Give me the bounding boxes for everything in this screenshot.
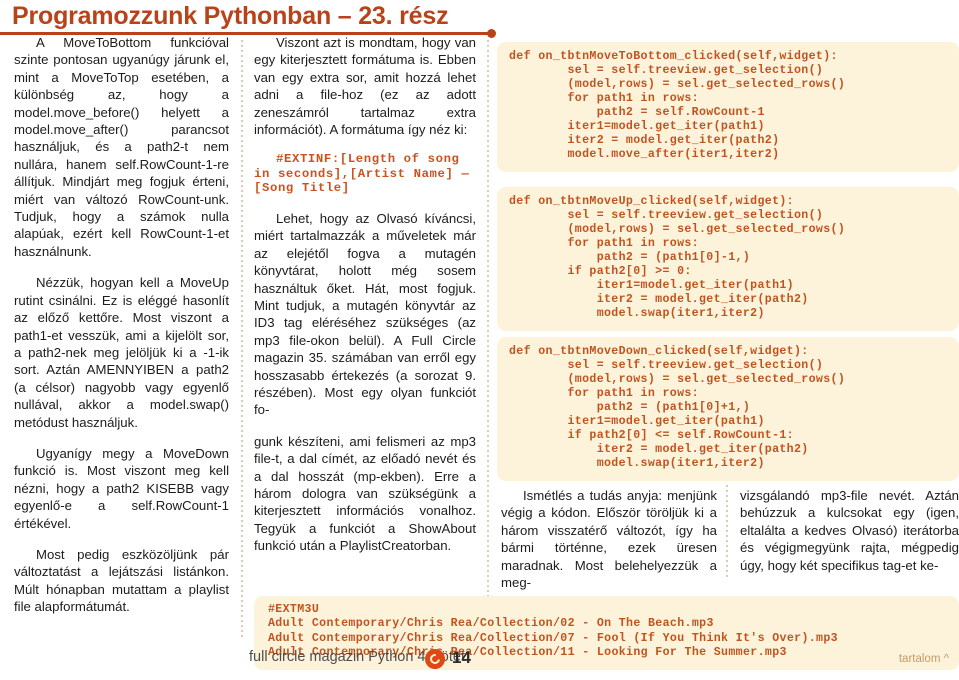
paragraph: Viszont azt is mondtam, hogy van egy kit… bbox=[254, 35, 476, 138]
body-column-left: A MoveToBottom funkcióval szinte pontosa… bbox=[14, 34, 229, 630]
body-column-bottom-right-right: vizsgálandó mp3-file nevét. Aztán behúzz… bbox=[740, 487, 959, 574]
paragraph: Ugyanígy megy a MoveDown funkció is. Mos… bbox=[14, 445, 229, 531]
page-title: Programozzunk Pythonban – 23. rész bbox=[12, 2, 449, 30]
page-footer: full circle magazin Python 4. kötet 14 t… bbox=[0, 648, 959, 680]
body-column-middle: Viszont azt is mondtam, hogy van egy kit… bbox=[254, 34, 476, 569]
column-divider-right bbox=[487, 40, 489, 640]
title-rule-end-dot-icon bbox=[487, 29, 496, 38]
body-column-bottom-right-left: Ismétlés a tudás anyja: menjünk végig a … bbox=[501, 487, 717, 591]
code-block-move-to-bottom: def on_tbtnMoveToBottom_clicked(self,wid… bbox=[497, 41, 959, 173]
column-divider-bottom-right bbox=[726, 485, 728, 577]
code-block-move-up: def on_tbtnMoveUp_clicked(self,widget): … bbox=[497, 186, 959, 332]
footer-page-number: 14 bbox=[452, 648, 471, 667]
extinf-format-snippet: #EXTINF:[Length of song in seconds],[Art… bbox=[254, 152, 470, 196]
column-divider-left bbox=[241, 40, 243, 640]
ubuntu-circle-logo-icon bbox=[425, 649, 445, 669]
footer-table-of-contents-link[interactable]: tartalom ^ bbox=[899, 653, 949, 665]
paragraph: Nézzük, hogyan kell a MoveUp rutint csin… bbox=[14, 275, 229, 430]
paragraph: Most pedig eszközöljünk pár változtatást… bbox=[14, 546, 229, 615]
paragraph: A MoveToBottom funkcióval szinte pontosa… bbox=[14, 35, 229, 259]
code-block-move-down: def on_tbtnMoveDown_clicked(self,widget)… bbox=[497, 336, 959, 482]
paragraph: Ismétlés a tudás anyja: menjünk végig a … bbox=[501, 488, 717, 591]
paragraph: vizsgálandó mp3-file nevét. Aztán behúzz… bbox=[740, 488, 959, 573]
paragraph: Lehet, hogy az Olvasó kíváncsi, miért ta… bbox=[254, 210, 476, 418]
paragraph: gunk készíteni, ami felismeri az mp3 fil… bbox=[254, 433, 476, 554]
